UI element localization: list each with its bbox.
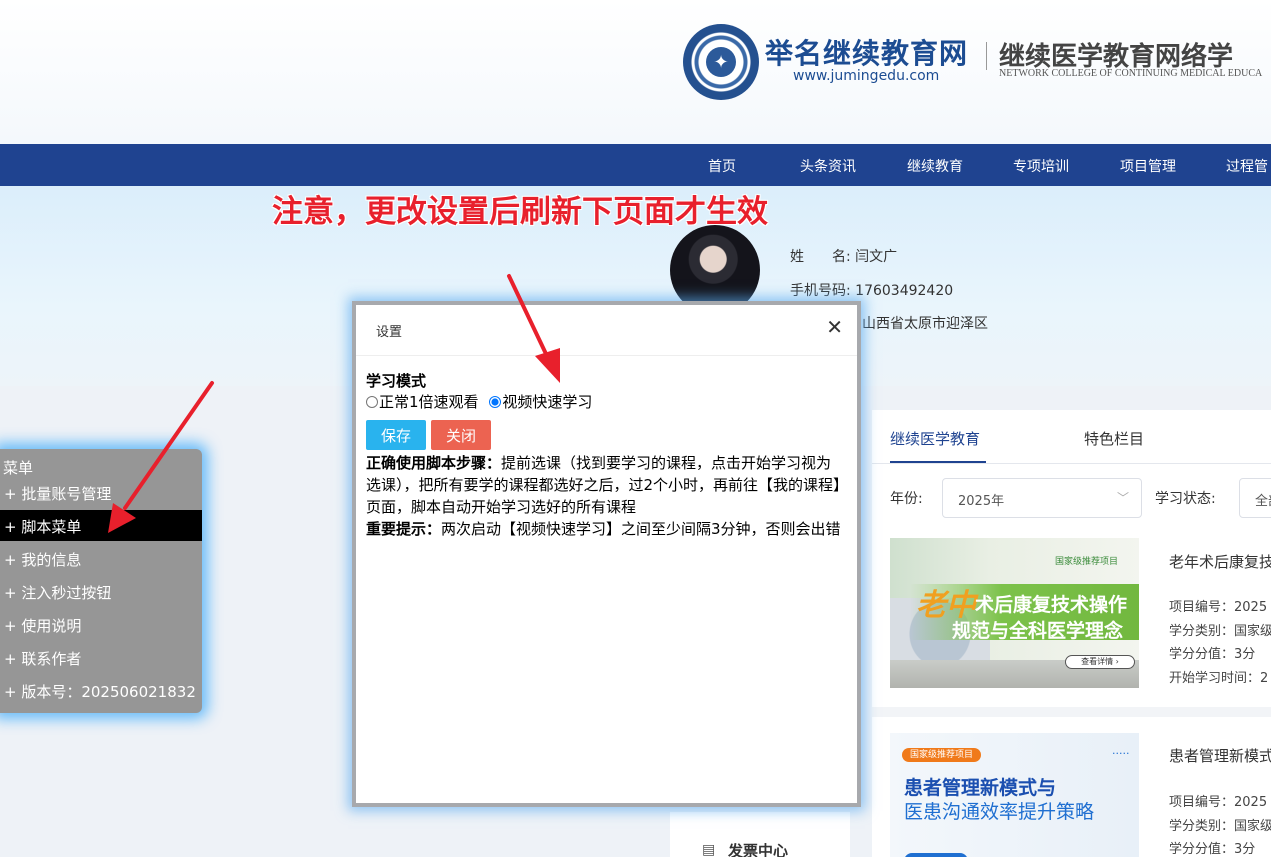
thumbnail-line2: 规范与全科医学理念 xyxy=(952,620,1124,642)
logo-divider xyxy=(986,42,987,70)
tab-featured[interactable]: 特色栏目 xyxy=(1084,428,1144,449)
close-button[interactable]: 关闭 xyxy=(431,420,491,450)
course-thumbnail[interactable]: 国家级推荐项目 老中 术后康复技术操作 规范与全科医学理念 查看详情 › xyxy=(890,538,1139,688)
course-code: 项目编号：2025 xyxy=(1169,600,1268,615)
close-icon[interactable]: ✕ xyxy=(826,315,843,339)
nav-continuing-education[interactable]: 继续教育 xyxy=(907,156,963,176)
course-credit-value: 学分分值：3分 xyxy=(1169,647,1256,662)
course-thumbnail[interactable]: 国家级推荐项目 ····· 患者管理新模式与 医患沟通效率提升策略 xyxy=(890,733,1139,857)
document-icon: ▤ xyxy=(702,842,716,857)
thumbnail-tag: 国家级推荐项目 xyxy=(902,748,982,762)
mode-normal-option[interactable]: 正常1倍速观看 xyxy=(366,393,479,411)
mode-fast-label: 视频快速学习 xyxy=(502,393,593,411)
menu-title: 菜单 xyxy=(3,459,34,477)
thumbnail-pill xyxy=(904,853,968,857)
dialog-title: 设置 xyxy=(376,325,403,340)
study-status-select[interactable]: 全部 xyxy=(1239,478,1271,518)
course-credit-value: 学分分值：3分 xyxy=(1169,842,1256,857)
course-credit-type: 学分类别：国家级 xyxy=(1169,624,1271,639)
study-mode-title: 学习模式 xyxy=(366,372,427,390)
settings-dialog: 设置 ✕ 学习模式 正常1倍速观看 视频快速学习 保存 关闭 正确使用脚本步骤：… xyxy=(352,301,861,807)
menu-item-script-menu[interactable]: + 脚本菜单 xyxy=(0,510,202,541)
mode-normal-label: 正常1倍速观看 xyxy=(379,393,479,411)
site-url: www.jumingedu.com xyxy=(793,68,940,84)
mode-normal-radio[interactable] xyxy=(366,396,378,408)
thumbnail-line1: 术后康复技术操作 xyxy=(975,594,1128,616)
menu-item-my-info[interactable]: + 我的信息 xyxy=(0,543,202,574)
profile-name-row: 姓 名: 闫文广 xyxy=(790,246,897,266)
course-title[interactable]: 患者管理新模式 xyxy=(1169,745,1271,766)
user-name: 闫文广 xyxy=(855,249,898,265)
tab-divider xyxy=(872,463,1271,464)
thumbnail-line2: 医患沟通效率提升策略 xyxy=(904,801,1095,823)
save-button[interactable]: 保存 xyxy=(366,420,426,450)
user-phone: 17603492420 xyxy=(855,283,954,299)
chevron-down-icon: ﹀ xyxy=(1116,491,1129,505)
refresh-notice: 注意，更改设置后刷新下页面才生效 xyxy=(272,194,768,230)
college-name-en: NETWORK COLLEGE OF CONTINUING MEDICAL ED… xyxy=(999,68,1263,79)
course-code: 项目编号：2025 xyxy=(1169,795,1268,810)
study-mode-options: 正常1倍速观看 视频快速学习 xyxy=(366,391,598,412)
ellipsis-icon: ····· xyxy=(1112,747,1130,760)
nav-home[interactable]: 首页 xyxy=(708,156,736,176)
menu-item-version: + 版本号：202506021832 xyxy=(4,683,196,701)
course-credit-type: 学分类别：国家级 xyxy=(1169,819,1271,834)
steps-label: 正确使用脚本步骤： xyxy=(366,454,502,472)
year-select[interactable]: 2025年 ﹀ xyxy=(942,478,1142,518)
site-header: ✦ 举名继续教育网 www.jumingedu.com 继续医学教育网络学 NE… xyxy=(0,0,1271,144)
user-address: 山西省太原市迎泽区 xyxy=(862,316,988,332)
nav-project-management[interactable]: 项目管理 xyxy=(1120,156,1176,176)
study-status-label: 学习状态: xyxy=(1155,491,1216,507)
study-status-value: 全部 xyxy=(1255,494,1271,509)
site-name: 举名继续教育网 xyxy=(765,37,969,70)
thumbnail-line1: 患者管理新模式与 xyxy=(904,777,1057,799)
menu-item-instructions[interactable]: + 使用说明 xyxy=(0,609,202,640)
tip-label: 重要提示： xyxy=(366,520,442,538)
dialog-divider xyxy=(356,355,857,356)
course-separator xyxy=(872,707,1271,717)
nav-process[interactable]: 过程管 xyxy=(1226,156,1268,176)
tip-text: 两次启动【视频快速学习】之间至少间隔3分钟，否则会出错 xyxy=(441,520,841,538)
thumbnail-details-button: 查看详情 › xyxy=(1065,655,1135,669)
tab-continuing-medical-education[interactable]: 继续医学教育 xyxy=(890,428,980,449)
usage-instructions: 正确使用脚本步骤：提前选课（找到要学习的课程，点击开始学习视为选课），把所有要学… xyxy=(366,452,846,540)
crane-icon: ✦ xyxy=(706,47,736,77)
nav-news[interactable]: 头条资讯 xyxy=(800,156,856,176)
course-start-time: 开始学习时间：2 xyxy=(1169,671,1269,686)
main-nav: 首页 头条资讯 继续教育 专项培训 项目管理 过程管 xyxy=(0,144,1271,186)
thumbnail-tag: 国家级推荐项目 xyxy=(1055,557,1119,567)
profile-phone-row: 手机号码: 17603492420 xyxy=(790,280,953,300)
menu-item-batch-accounts[interactable]: + 批量账号管理 xyxy=(0,477,202,508)
menu-item-contact-author[interactable]: + 联系作者 xyxy=(0,642,202,673)
year-value: 2025年 xyxy=(958,494,1005,509)
invoice-center-link[interactable]: 发票中心 xyxy=(728,840,788,857)
course-title[interactable]: 老年术后康复技 xyxy=(1169,551,1271,572)
menu-item-inject-skip-button[interactable]: + 注入秒过按钮 xyxy=(0,576,202,607)
name-label: 姓 名: xyxy=(790,249,851,265)
mode-fast-option[interactable]: 视频快速学习 xyxy=(489,393,592,411)
site-logo[interactable]: ✦ xyxy=(683,24,759,100)
year-label: 年份: xyxy=(890,491,923,507)
mode-fast-radio[interactable] xyxy=(489,396,502,408)
nav-special-training[interactable]: 专项培训 xyxy=(1013,156,1069,176)
phone-label: 手机号码: xyxy=(790,283,851,299)
